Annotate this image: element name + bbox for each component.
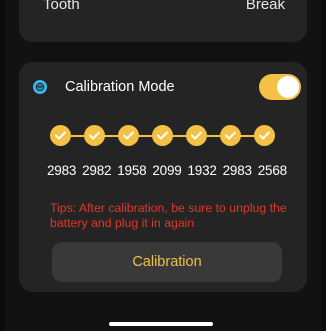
check-icon xyxy=(118,125,139,146)
calibration-button[interactable]: Calibration xyxy=(52,242,282,282)
sheet-edge-left xyxy=(0,0,5,331)
calibration-mode-row: Calibration Mode xyxy=(19,62,307,112)
calibration-progress xyxy=(50,125,280,147)
calibration-value: 1932 xyxy=(187,163,217,178)
check-icon xyxy=(254,125,275,146)
calibration-value: 2982 xyxy=(82,163,112,178)
check-icon xyxy=(152,125,173,146)
calibration-tips: Tips: After calibration, be sure to unpl… xyxy=(50,201,287,230)
check-icon xyxy=(84,125,105,146)
calibration-value: 2099 xyxy=(152,163,182,178)
calibration-mode-label: Calibration Mode xyxy=(65,79,175,95)
calibration-icon xyxy=(33,80,47,94)
calibration-button-label: Calibration xyxy=(132,254,202,270)
break-label: Break xyxy=(245,0,285,13)
check-icon xyxy=(50,125,71,146)
check-icon xyxy=(220,125,241,146)
settings-card-top: Tooth Break xyxy=(19,0,307,42)
calibration-value: 2983 xyxy=(47,163,77,178)
sheet-edge-right xyxy=(321,0,326,331)
calibration-value: 2983 xyxy=(222,163,252,178)
calibration-card: Calibration Mode 2983 2982 1958 2099 193… xyxy=(19,62,307,292)
calibration-value: 1958 xyxy=(117,163,147,178)
screen: Tooth Break Calibration Mode 2983 2982 1… xyxy=(0,0,326,331)
calibration-mode-toggle[interactable] xyxy=(259,74,301,100)
calibration-value: 2568 xyxy=(257,163,287,178)
check-icon xyxy=(186,125,207,146)
tooth-label: Tooth xyxy=(43,0,80,13)
calibration-values: 2983 2982 1958 2099 1932 2983 2568 xyxy=(47,163,287,181)
home-indicator[interactable] xyxy=(109,322,213,326)
toggle-knob xyxy=(277,76,299,98)
